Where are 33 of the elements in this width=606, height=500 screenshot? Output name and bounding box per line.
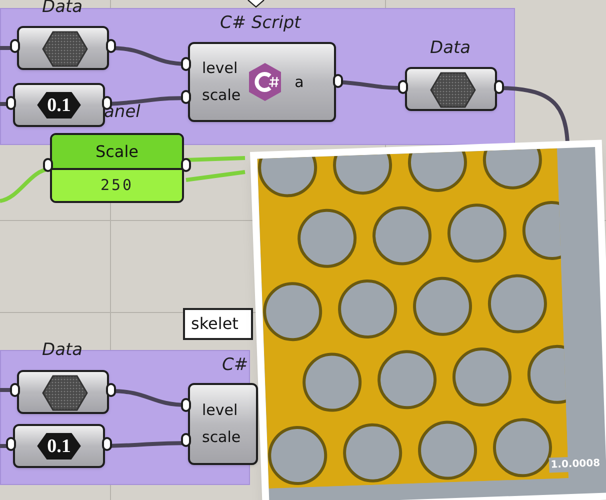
group-label: Data xyxy=(42,342,83,359)
input-label: level xyxy=(202,61,239,76)
tooltip: skelet xyxy=(183,308,253,340)
csharp-logo-icon xyxy=(246,62,283,102)
hexagon-icon xyxy=(42,31,88,67)
number-value: 0.1 xyxy=(37,432,81,460)
group-title: C# Script xyxy=(220,15,301,32)
data-node[interactable] xyxy=(405,67,497,111)
group-title: C# xyxy=(222,357,248,374)
hexagon-icon xyxy=(430,72,476,108)
slider-name: Scale xyxy=(52,135,182,170)
hexagon-icon xyxy=(42,375,88,411)
group-label: Data xyxy=(430,40,471,57)
data-node[interactable] xyxy=(17,370,109,414)
output-port-icon[interactable] xyxy=(181,158,191,172)
slider-node[interactable]: Scale 250 xyxy=(50,133,184,203)
input-label: scale xyxy=(202,88,241,103)
slider-value: 250 xyxy=(52,170,182,201)
script-node[interactable]: level scale xyxy=(188,383,258,465)
wire xyxy=(186,156,246,162)
data-node[interactable] xyxy=(17,26,109,70)
number-value: 0.1 xyxy=(37,92,81,118)
number-node[interactable]: 0.1 xyxy=(13,83,105,127)
version-label: 1.0.0008 xyxy=(548,456,602,473)
diamond-marker-icon xyxy=(247,0,265,8)
input-label: scale xyxy=(202,430,242,445)
number-node[interactable]: 0.1 xyxy=(13,424,105,468)
input-label: level xyxy=(202,403,239,418)
output-label: a xyxy=(294,74,304,90)
script-node[interactable]: level scale a xyxy=(188,42,336,122)
wire xyxy=(186,170,246,182)
input-port-icon[interactable] xyxy=(43,158,53,172)
group-label: anel xyxy=(104,104,140,121)
